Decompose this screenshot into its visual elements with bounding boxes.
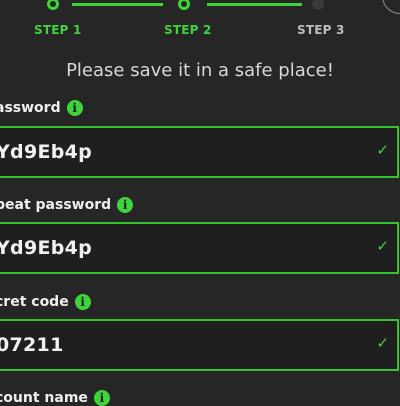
secret-code-label: cret code i (0, 294, 91, 310)
repeat-password-label: peat password i (0, 197, 134, 213)
save-notice: Please save it in a safe place! (66, 60, 334, 81)
step-1-label: STEP 1 (34, 23, 82, 37)
stepper: STEP 1 STEP 2 STEP 3 (0, 0, 400, 48)
check-icon: ✓ (376, 141, 389, 159)
info-icon[interactable]: i (66, 100, 83, 116)
repeat-password-input[interactable] (0, 224, 356, 272)
step-3-label: STEP 3 (297, 23, 345, 37)
check-icon: ✓ (376, 334, 389, 352)
secret-code-input[interactable] (0, 321, 356, 369)
password-label: assword i (0, 100, 83, 116)
secret-code-field: ✓ (0, 319, 399, 371)
password-field: ✓ (0, 126, 399, 178)
step-2-indicator (178, 0, 190, 10)
step-1-indicator (47, 0, 59, 10)
close-button[interactable] (382, 0, 400, 14)
account-name-label: count name i (0, 390, 110, 406)
password-input[interactable] (0, 128, 356, 176)
account-name-label-text: count name (0, 390, 88, 406)
repeat-password-field: ✓ (0, 222, 399, 274)
step-2-label: STEP 2 (164, 23, 212, 37)
secret-code-label-text: cret code (0, 294, 69, 310)
info-icon[interactable]: i (117, 197, 134, 213)
info-icon[interactable]: i (74, 294, 91, 310)
step-1-2-connector (72, 3, 163, 6)
check-icon: ✓ (376, 237, 389, 255)
info-icon[interactable]: i (93, 390, 110, 406)
step-2-3-connector (207, 3, 302, 6)
repeat-password-label-text: peat password (0, 197, 112, 213)
password-label-text: assword (0, 100, 61, 116)
step-3-indicator (312, 0, 324, 10)
